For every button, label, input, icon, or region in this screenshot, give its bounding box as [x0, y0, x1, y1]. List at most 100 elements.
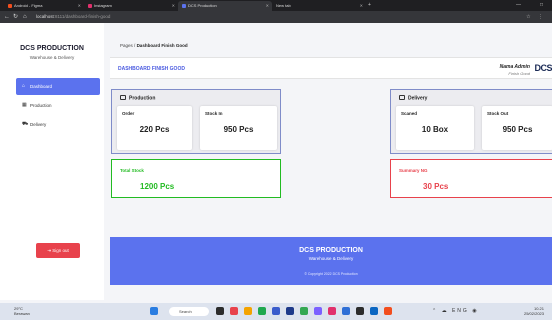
user-role: Finish Good — [508, 71, 530, 76]
chrome-icon[interactable] — [300, 307, 308, 315]
page-favicon-icon — [182, 3, 186, 8]
page-title: DASHBOARD FINISH GOOD — [118, 66, 185, 72]
summary-ng-label: Summary NG — [399, 168, 428, 173]
scaned-card: Scaned 10 Box — [396, 106, 474, 150]
app-icon[interactable] — [314, 307, 322, 315]
breadcrumb-separator: / — [134, 43, 136, 48]
production-panel: Production Order 220 Pcs Stock In 950 Pc… — [111, 89, 281, 154]
app-icon[interactable] — [244, 307, 252, 315]
total-stock-value: 1200 Pcs — [140, 182, 175, 191]
sign-out-label: Sign out — [52, 248, 69, 253]
tab-instagram[interactable]: Instagram ✕ — [84, 1, 178, 11]
system-tray-icons[interactable]: ⌃ ☁ ENG ◉ — [432, 308, 479, 314]
weather-desc: Berawan — [14, 311, 30, 316]
browser-toolbar-icons[interactable]: ☆ ⋮ — [526, 11, 546, 23]
sign-out-button[interactable]: ⇥ Sign out — [36, 243, 80, 258]
user-name: Nama Admin — [499, 64, 530, 70]
minimize-icon[interactable]: — — [516, 0, 521, 11]
sidebar: DCS PRODUCTION Warehouse & Delivery ⌂ Das… — [0, 23, 104, 300]
home-browser-icon[interactable]: ⌂ — [23, 11, 27, 23]
stock-in-label: Stock In — [205, 111, 223, 116]
sidebar-item-dashboard[interactable]: ⌂ Dashboard — [16, 78, 100, 95]
app-icon[interactable] — [384, 307, 392, 315]
app-icon[interactable] — [230, 307, 238, 315]
stock-out-value: 950 Pcs — [502, 125, 533, 134]
taskbar-search[interactable]: Search — [169, 307, 209, 316]
scaned-label: Scaned — [401, 111, 418, 116]
clock[interactable]: 10.21 25/02/2023 — [524, 306, 544, 316]
delivery-title-label: Delivery — [408, 95, 428, 102]
url-path: :8111/dashboard-finish-good — [53, 14, 111, 19]
vscode-icon[interactable] — [342, 307, 350, 315]
total-stock-card: Total Stock 1200 Pcs — [111, 159, 281, 198]
stock-out-card: Stock Out 950 Pcs — [482, 106, 552, 150]
footer-copyright: © Copyright 2022 DCS Production — [304, 272, 358, 276]
app-icon[interactable] — [286, 307, 294, 315]
home-icon: ⌂ — [22, 83, 26, 89]
url-field[interactable]: localhost:8111/dashboard-finish-good — [36, 13, 110, 21]
address-bar: ← ↻ ⌂ localhost:8111/dashboard-finish-go… — [0, 11, 552, 23]
breadcrumb-root[interactable]: Pages — [120, 43, 133, 48]
footer-title: DCS PRODUCTION — [299, 247, 363, 254]
sidebar-item-label: Dashboard — [30, 84, 53, 89]
taskbar-search-label: Search — [179, 309, 192, 314]
total-stock-label: Total Stock — [120, 168, 144, 173]
close-tab-icon[interactable]: ✕ — [78, 1, 81, 11]
os-taskbar: 29°C Berawan Search ⌃ ☁ ENG ◉ 10.21 25/0… — [0, 303, 552, 320]
stock-out-label: Stock Out — [487, 111, 509, 116]
sidebar-item-production[interactable]: ▦ Production — [16, 97, 100, 114]
clock-date: 25/02/2023 — [523, 311, 544, 316]
url-host: localhost — [36, 14, 54, 19]
sidebar-item-label: Delivery — [30, 122, 47, 127]
file-explorer-icon[interactable] — [272, 307, 280, 315]
back-icon[interactable]: ← — [4, 11, 10, 23]
app-icon[interactable] — [328, 307, 336, 315]
production-title-label: Production — [129, 95, 156, 102]
close-tab-icon[interactable]: ✕ — [360, 1, 363, 11]
breadcrumb-current: Dashboard Finish Good — [136, 43, 188, 48]
stock-in-card: Stock In 950 Pcs — [200, 106, 277, 150]
production-panel-title: Production — [120, 95, 155, 102]
new-tab-plus-icon[interactable]: + — [368, 0, 371, 11]
reload-icon[interactable]: ↻ — [13, 11, 18, 23]
brand-title: DCS PRODUCTION — [20, 45, 84, 52]
summary-ng-value: 30 Pcs — [423, 182, 449, 191]
footer-subtitle: Warehouse & Delivery — [308, 256, 354, 261]
box-icon — [120, 95, 126, 100]
figma-icon — [8, 3, 12, 8]
tab-new[interactable]: New tab ✕ — [272, 1, 366, 11]
order-label: Order — [122, 111, 135, 116]
app-icon[interactable] — [370, 307, 378, 315]
windows-start-icon[interactable] — [150, 307, 158, 315]
maximize-icon[interactable]: □ — [540, 0, 543, 11]
stock-in-value: 950 Pcs — [223, 125, 254, 134]
breadcrumb: Pages / Dashboard Finish Good — [120, 43, 188, 48]
app-icon[interactable] — [258, 307, 266, 315]
close-tab-icon[interactable]: ✕ — [266, 1, 269, 11]
tab-dcs-production[interactable]: DCS Production ✕ — [178, 1, 272, 11]
delivery-panel: Delivery Scaned 10 Box Stock Out 950 Pcs — [390, 89, 552, 154]
page-header: DASHBOARD FINISH GOOD Nama Admin Finish … — [110, 57, 552, 79]
close-tab-icon[interactable]: ✕ — [172, 1, 175, 11]
task-view-icon[interactable] — [216, 307, 224, 315]
tab-label: Instagram — [94, 3, 112, 8]
instagram-icon — [88, 3, 92, 8]
sidebar-item-delivery[interactable]: ⛟ Delivery — [16, 116, 100, 133]
sidebar-item-label: Production — [30, 103, 52, 108]
tab-label: New tab — [276, 3, 291, 8]
app-icon[interactable] — [356, 307, 364, 315]
brand-subtitle: Warehouse & Delivery — [29, 55, 75, 60]
order-value: 220 Pcs — [139, 125, 170, 134]
weather-widget[interactable]: 29°C Berawan — [14, 306, 30, 316]
tab-label: Android - Figma — [14, 3, 43, 8]
company-logo: DCS — [534, 63, 552, 73]
browser-tab-bar: Android - Figma ✕ Instagram ✕ DCS Producti… — [0, 0, 552, 11]
truck-icon: ⛟ — [22, 121, 29, 127]
sign-out-icon: ⇥ — [47, 248, 51, 253]
truck-outline-icon — [399, 95, 405, 100]
order-card: Order 220 Pcs — [117, 106, 192, 150]
boxes-icon: ▦ — [22, 102, 27, 108]
tab-figma[interactable]: Android - Figma ✕ — [4, 1, 84, 11]
scaned-value: 10 Box — [421, 125, 449, 134]
summary-ng-card: Summary NG 30 Pcs — [390, 159, 552, 198]
